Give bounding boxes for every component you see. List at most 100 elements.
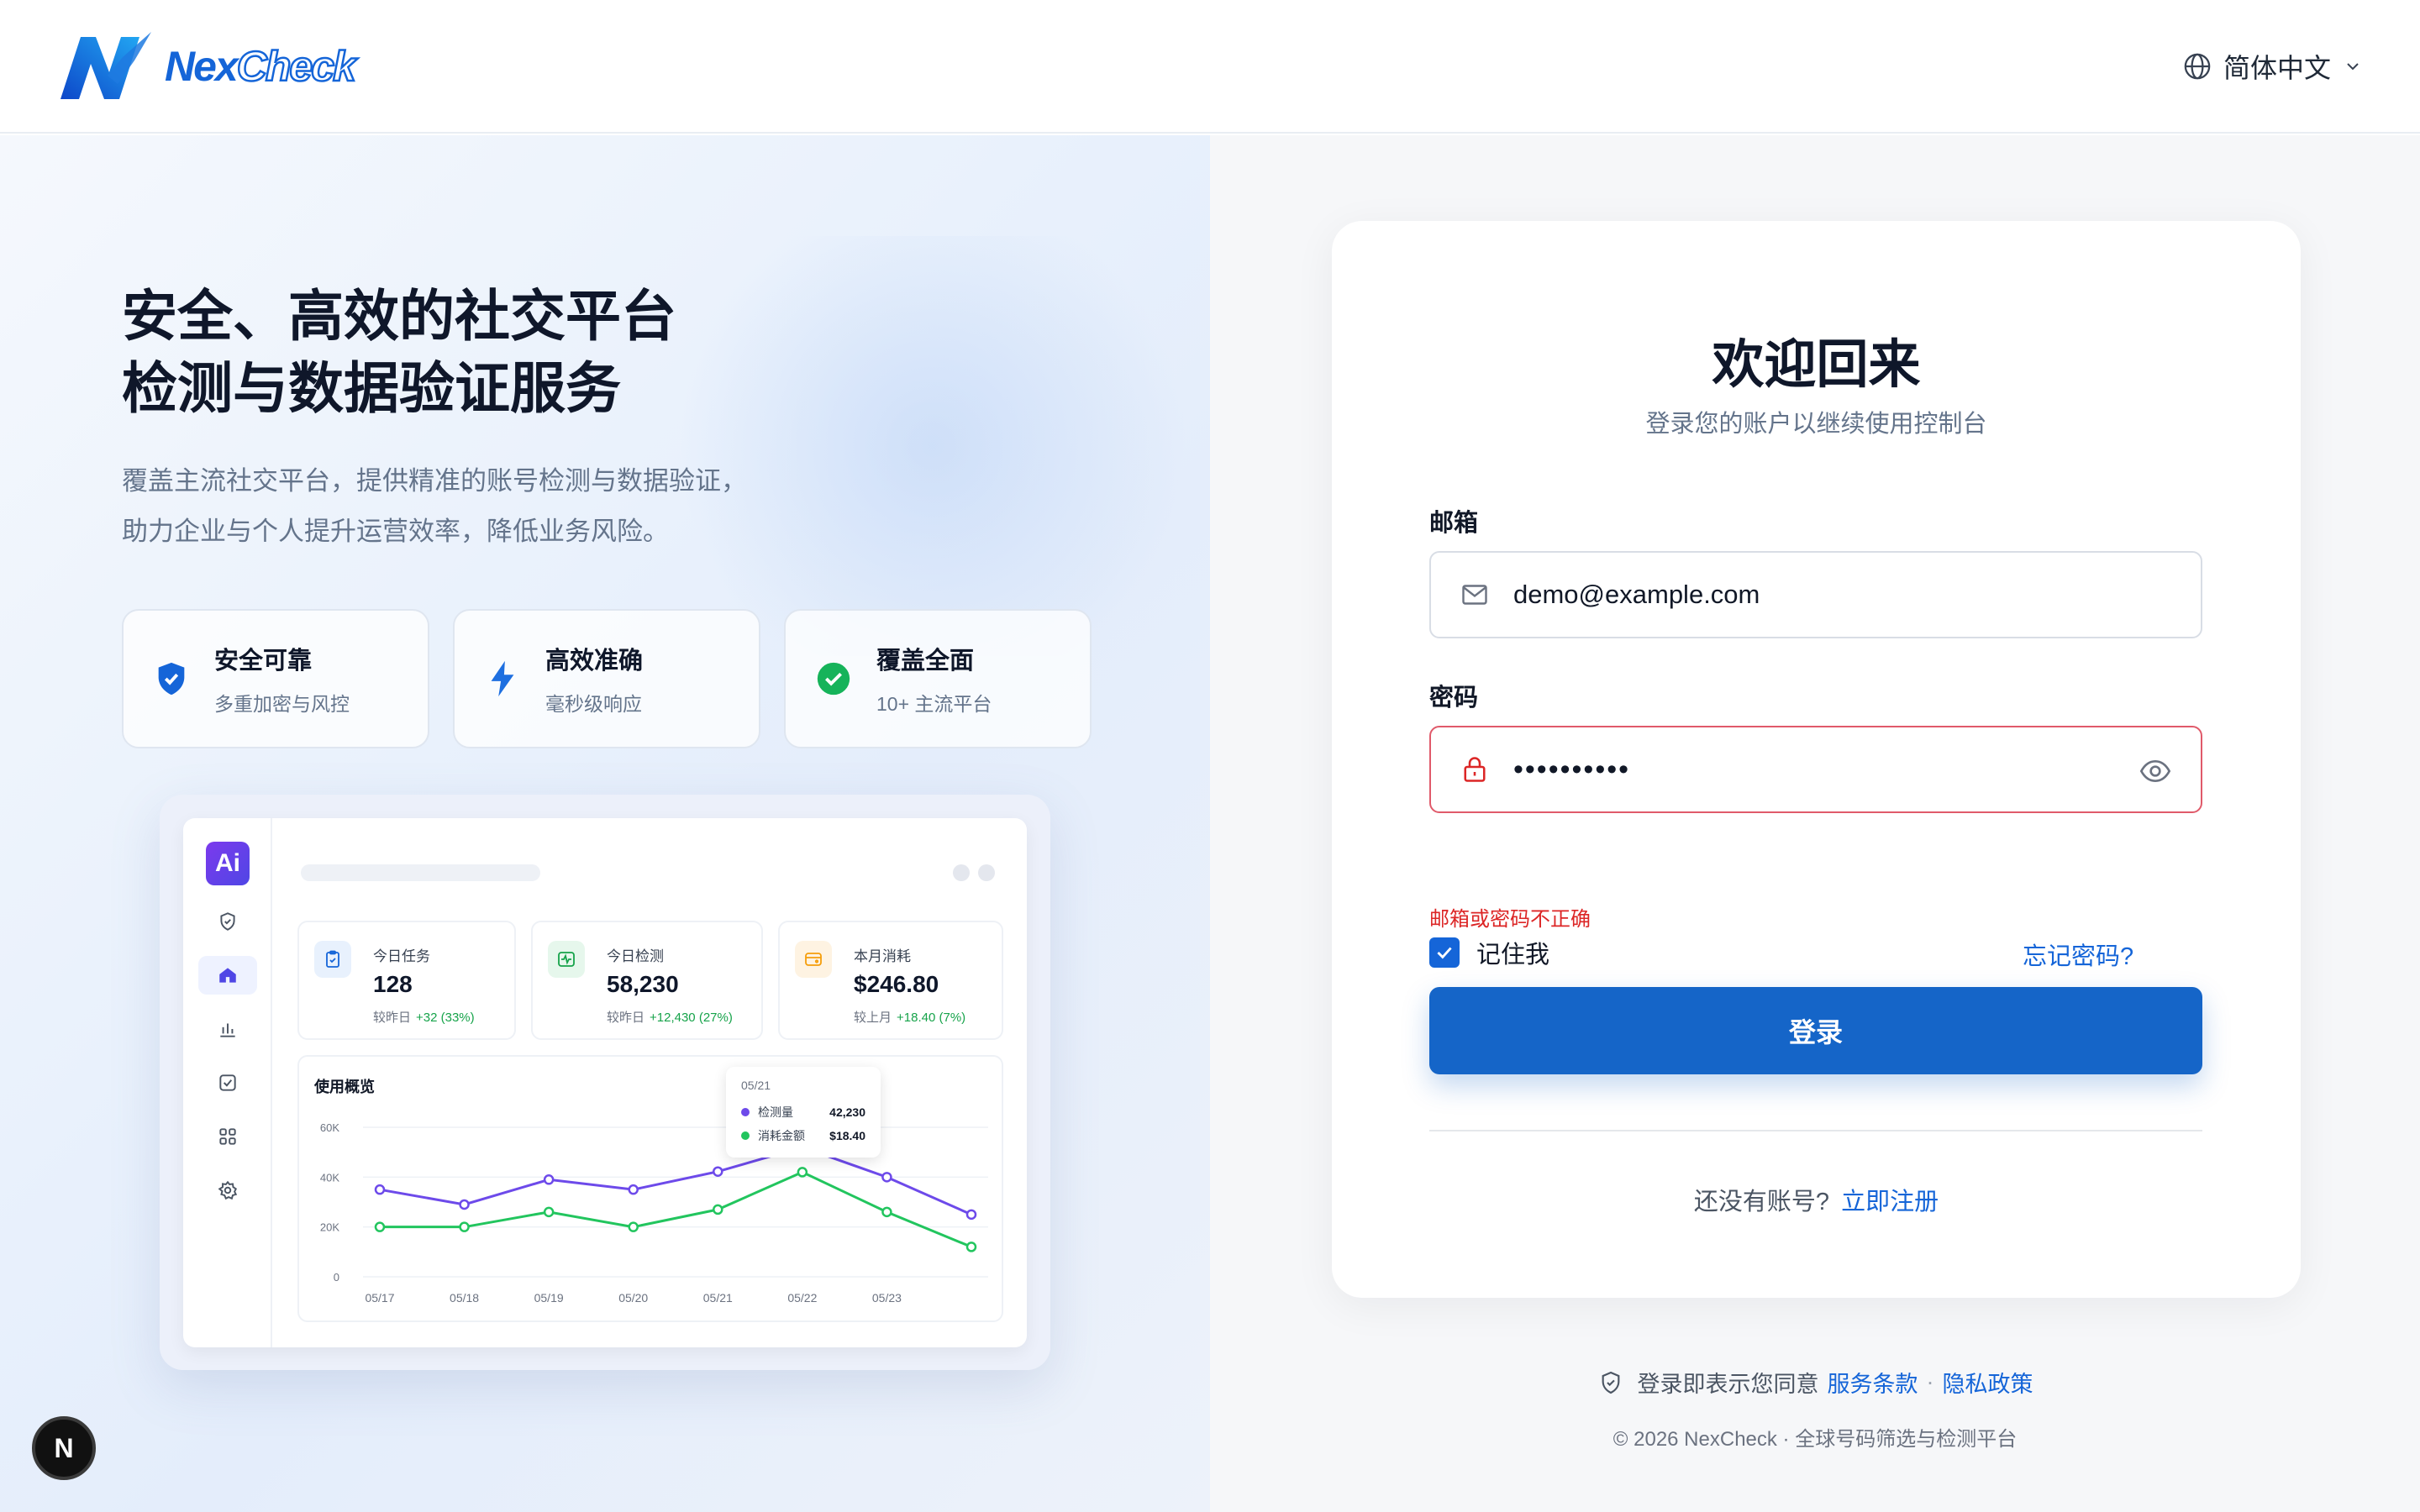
data-point: [543, 1174, 555, 1185]
forgot-password-link[interactable]: 忘记密码?: [2023, 937, 2133, 972]
data-point: [459, 1221, 470, 1232]
grid-icon: [219, 1128, 236, 1145]
register-link[interactable]: 立即注册: [1841, 1189, 1939, 1215]
x-tick-label: 05/21: [703, 1291, 733, 1305]
hero-title-line1: 安全、高效的社交平台: [122, 285, 676, 347]
x-tick-label: 05/19: [534, 1291, 564, 1305]
x-tick-label: 05/22: [787, 1291, 817, 1305]
y-tick-label: 0: [334, 1271, 339, 1284]
activity-icon: [548, 941, 585, 978]
stat-change: +12,430 (27%): [650, 1011, 733, 1025]
bar-chart-icon: [220, 1023, 235, 1037]
preview-nav-settings: [198, 1171, 257, 1210]
preview-nav-apps: [198, 1117, 257, 1156]
checkbox-icon: [219, 1074, 236, 1091]
nextjs-dev-badge[interactable]: N: [32, 1416, 96, 1480]
lightning-icon: [491, 660, 514, 697]
remember-me-label: 记住我: [1476, 942, 1550, 969]
preview-search-placeholder: [301, 864, 540, 881]
stat-label: 本月消耗: [854, 948, 911, 964]
preview-nav-tasks: [198, 1063, 257, 1102]
x-tick-label: 05/23: [872, 1291, 902, 1305]
tooltip-label: 检测量: [758, 1105, 793, 1119]
data-point: [881, 1172, 892, 1183]
wallet-icon: [795, 941, 832, 978]
eye-icon[interactable]: [2139, 754, 2172, 788]
data-point: [374, 1184, 386, 1195]
separator: ·: [1926, 1369, 1934, 1394]
data-point: [628, 1184, 639, 1195]
data-point: [965, 1242, 977, 1252]
stat-label: 今日检测: [607, 948, 664, 964]
y-tick-label: 40K: [320, 1171, 339, 1184]
feature-card-coverage: 覆盖全面 10+ 主流平台: [784, 609, 1092, 748]
stat-card-tasks: 今日任务 128 较昨日 +32 (33%): [297, 921, 516, 1040]
y-tick-label: 60K: [320, 1121, 339, 1134]
language-selector[interactable]: 简体中文: [2183, 47, 2363, 86]
login-subtitle: 登录您的账户以继续使用控制台: [1645, 411, 1987, 438]
stat-compare-label: 较昨日: [607, 1011, 645, 1025]
chevron-down-icon: [2347, 62, 2359, 70]
stat-compare-label: 较昨日: [373, 1011, 412, 1025]
x-tick-label: 05/18: [450, 1291, 479, 1305]
feature-card-security: 安全可靠 多重加密与风控: [122, 609, 429, 748]
stat-value: 128: [373, 971, 413, 997]
checkbox-checked-icon[interactable]: [1429, 937, 1460, 968]
preview-nav-chart: [198, 1010, 257, 1048]
password-field[interactable]: ••••••••••: [1429, 726, 2202, 813]
brand-name-part2: Check: [235, 41, 357, 91]
x-tick-label: 05/20: [618, 1291, 648, 1305]
feature-title: 高效准确: [545, 648, 644, 675]
login-button[interactable]: 登录: [1429, 987, 2202, 1074]
chart-tooltip: 05/21 检测量 42,230 消耗金额 $18.40: [726, 1067, 881, 1158]
brand-logo[interactable]: NexCheck: [57, 31, 357, 101]
dashboard-preview: Ai 今日任务 128 较昨日 +32 (33%) 今日检测 58,230 较昨…: [183, 818, 1027, 1347]
brand-name: NexCheck: [165, 41, 357, 91]
stat-change: +32 (33%): [416, 1011, 475, 1025]
login-panel: 欢迎回来 登录您的账户以继续使用控制台 邮箱 demo@example.com …: [1210, 135, 2420, 1512]
login-title: 欢迎回来: [1712, 336, 1921, 394]
email-label: 邮箱: [1429, 510, 1479, 537]
privacy-policy-link[interactable]: 隐私政策: [1943, 1366, 2033, 1399]
feature-title: 覆盖全面: [876, 648, 975, 675]
shield-check-icon: [1602, 1371, 1619, 1394]
data-point: [881, 1206, 892, 1218]
terms-of-service-link[interactable]: 服务条款: [1828, 1366, 1918, 1399]
usage-line-chart: 0 20K 40K 60K 05/17 05/18 05/19 05/20 05/21 05/22…: [320, 1121, 988, 1305]
y-tick-label: 20K: [320, 1221, 339, 1234]
preview-status-dot: [953, 864, 970, 881]
legend-dot: [741, 1108, 750, 1116]
data-point: [543, 1206, 555, 1218]
email-field[interactable]: demo@example.com: [1429, 551, 2202, 638]
stat-value: 58,230: [607, 971, 679, 997]
signup-prompt: 还没有账号? 立即注册: [1332, 1182, 2301, 1217]
copyright: © 2026 NexCheck · 全球号码筛选与检测平台: [1612, 1428, 2018, 1451]
password-value[interactable]: ••••••••••: [1513, 753, 1630, 786]
preview-nav-home: [198, 956, 257, 995]
language-label: 简体中文: [2223, 52, 2331, 83]
hero-subtitle-line2: 助力企业与个人提升运营效率，降低业务风险。: [122, 517, 669, 546]
shield-icon: [220, 912, 235, 931]
stat-value: $246.80: [854, 971, 939, 997]
lock-icon: [1464, 757, 1486, 782]
data-point: [965, 1209, 977, 1221]
usage-chart-card: 0 20K 40K 60K 05/17 05/18 05/19 05/20 05/21 05/22…: [297, 1055, 1003, 1322]
password-label: 密码: [1429, 685, 1479, 711]
feature-title: 安全可靠: [214, 648, 313, 675]
hero-title-line2: 检测与数据验证服务: [122, 357, 621, 419]
tooltip-row: 检测量 42,230: [741, 1104, 865, 1121]
tooltip-value: $18.40: [829, 1129, 865, 1142]
stat-compare-label: 较上月: [854, 1011, 892, 1025]
gear-icon: [218, 1180, 238, 1200]
feature-desc: 10+ 主流平台: [876, 693, 992, 715]
stat-label: 今日任务: [373, 948, 430, 964]
email-value[interactable]: demo@example.com: [1513, 580, 1760, 610]
brand-name-part1: Nex: [165, 42, 239, 90]
remember-me-checkbox[interactable]: 记住我: [1429, 935, 1549, 970]
preview-sidebar: Ai: [183, 818, 272, 1347]
check-circle-icon: [817, 662, 850, 696]
nexcheck-logo-icon: [60, 31, 151, 99]
legend-dot: [741, 1131, 750, 1140]
tooltip-date: 05/21: [741, 1079, 771, 1092]
terms-notice: 登录即表示您同意 服务条款 · 隐私政策: [1210, 1366, 2420, 1399]
